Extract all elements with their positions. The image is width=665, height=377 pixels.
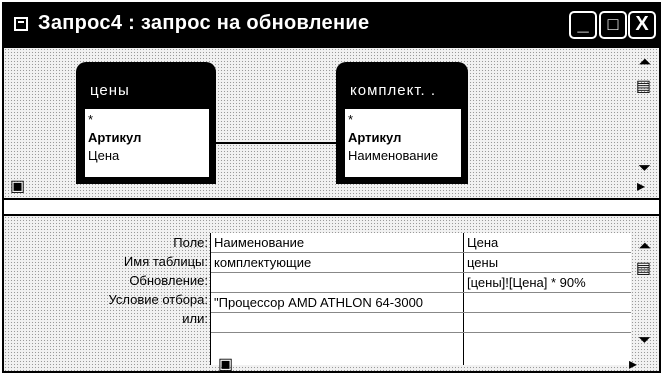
maximize-button[interactable]: □ bbox=[599, 11, 627, 39]
scroll-up-icon[interactable]: ⏶ bbox=[638, 54, 651, 72]
design-grid-pane[interactable]: Поле: Имя таблицы: Обновление: Условие о… bbox=[4, 216, 659, 374]
field-item[interactable]: Наименование bbox=[348, 147, 458, 165]
view-toggle-icon[interactable]: ▣ bbox=[10, 176, 25, 196]
field-item[interactable]: * bbox=[88, 111, 206, 129]
grid-row-or bbox=[211, 313, 631, 333]
row-label-or: или: bbox=[182, 311, 208, 326]
table-box-components[interactable]: комплект. . * Артикул Наименование bbox=[336, 62, 468, 184]
table-title: цены bbox=[90, 82, 130, 99]
grid-row-criteria: "Процессор AMD ATHLON 64-3000 bbox=[211, 293, 631, 313]
pane-splitter[interactable] bbox=[4, 198, 659, 216]
grid-cell[interactable] bbox=[211, 273, 463, 292]
grid-cell[interactable]: Наименование bbox=[211, 233, 463, 252]
grid-cell[interactable]: цены bbox=[464, 253, 631, 272]
row-label-field: Поле: bbox=[173, 235, 208, 250]
window-title: Запрос4 : запрос на обновление bbox=[38, 12, 370, 34]
design-grid: Наименование Цена комплектующие цены [це… bbox=[210, 233, 631, 365]
table-box-prices[interactable]: цены * Артикул Цена bbox=[76, 62, 216, 184]
field-item[interactable]: Цена bbox=[88, 147, 206, 165]
join-line[interactable] bbox=[216, 142, 336, 144]
grid-row-table: комплектующие цены bbox=[211, 253, 631, 273]
view-toggle-icon[interactable]: ▣ bbox=[218, 354, 233, 374]
grid-row-field: Наименование Цена bbox=[211, 233, 631, 253]
query-window: Запрос4 : запрос на обновление _ □ X цен… bbox=[2, 2, 661, 373]
minimize-button[interactable]: _ bbox=[569, 11, 597, 39]
field-item[interactable]: * bbox=[348, 111, 458, 129]
row-labels: Поле: Имя таблицы: Обновление: Условие о… bbox=[4, 233, 208, 328]
scroll-down-icon[interactable]: ⏷ bbox=[638, 332, 651, 350]
row-label-update: Обновление: bbox=[129, 273, 208, 288]
title-bar[interactable]: Запрос4 : запрос на обновление _ □ X bbox=[4, 4, 659, 48]
grid-cell[interactable] bbox=[211, 313, 463, 332]
scroll-thumb-icon[interactable]: ▤ bbox=[636, 258, 651, 278]
scroll-up-icon[interactable]: ⏶ bbox=[638, 238, 651, 256]
grid-cell[interactable]: [цены]![Цена] * 90% bbox=[464, 273, 631, 292]
scroll-thumb-icon[interactable]: ▤ bbox=[636, 76, 651, 96]
grid-cell[interactable] bbox=[464, 313, 631, 332]
row-label-criteria: Условие отбора: bbox=[108, 292, 208, 307]
field-list: * Артикул Цена bbox=[84, 108, 210, 178]
grid-cell[interactable] bbox=[464, 293, 631, 312]
grid-cell[interactable]: Цена bbox=[464, 233, 631, 252]
field-item[interactable]: Артикул bbox=[348, 129, 458, 147]
row-label-table: Имя таблицы: bbox=[123, 254, 208, 269]
query-icon bbox=[14, 17, 28, 31]
scroll-right-icon[interactable]: ▸ bbox=[637, 176, 645, 196]
table-pane[interactable]: цены * Артикул Цена комплект. . * Артику… bbox=[4, 48, 659, 198]
scroll-right-icon[interactable]: ▸ bbox=[629, 354, 637, 374]
grid-cell[interactable]: "Процессор AMD ATHLON 64-3000 bbox=[211, 293, 463, 312]
table-title: комплект. . bbox=[350, 82, 437, 99]
field-list: * Артикул Наименование bbox=[344, 108, 462, 178]
close-button[interactable]: X bbox=[628, 11, 656, 39]
grid-cell[interactable]: комплектующие bbox=[211, 253, 463, 272]
field-item[interactable]: Артикул bbox=[88, 129, 206, 147]
grid-row-update: [цены]![Цена] * 90% bbox=[211, 273, 631, 293]
